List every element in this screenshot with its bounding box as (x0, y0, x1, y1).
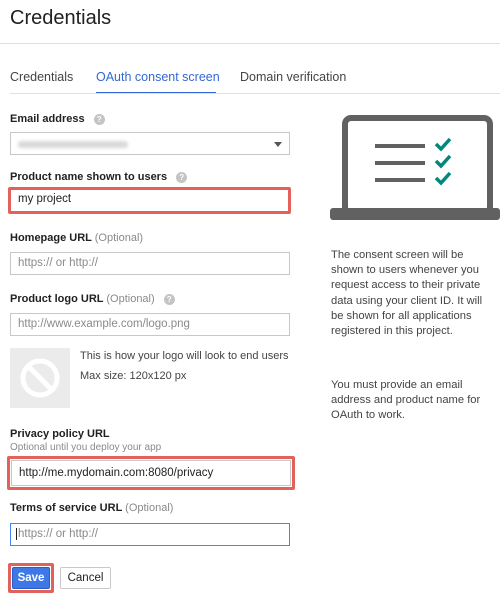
tab-bar: Credentials OAuth consent screen Domain … (0, 58, 500, 94)
privacy-label: Privacy policy URL (10, 428, 110, 440)
help-icon[interactable]: ? (176, 171, 188, 183)
laptop-icon (330, 115, 500, 220)
laptop-checklist-illustration (330, 108, 500, 228)
save-button[interactable]: Save (12, 567, 50, 589)
page-header: Credentials (0, 0, 500, 44)
cancel-button[interactable]: Cancel (60, 567, 111, 589)
email-label-text: Email address (10, 113, 85, 125)
chevron-down-icon (274, 142, 282, 147)
tab-domain-verification[interactable]: Domain verification (240, 70, 346, 84)
tab-divider (10, 93, 500, 94)
page-title: Credentials (10, 7, 112, 29)
privacy-url-input[interactable]: http://me.mydomain.com:8080/privacy (11, 460, 291, 486)
privacy-sub-label: Optional until you deploy your app (10, 442, 162, 453)
logo-max-size: Max size: 120x120 px (80, 370, 187, 382)
consent-info-text: The consent screen will be shown to user… (331, 249, 483, 338)
product-name-label-text: Product name shown to users (10, 171, 168, 183)
circle-slash-icon (20, 358, 60, 398)
optional-text: (Optional) (94, 232, 144, 244)
help-icon[interactable]: ? (93, 113, 105, 125)
text-cursor (16, 528, 17, 540)
terms-label-text: Terms of service URL (10, 502, 123, 514)
homepage-label: Homepage URL (Optional) (10, 232, 143, 244)
logo-label: Product logo URL (Optional) ? (10, 293, 175, 305)
tab-credentials[interactable]: Credentials (10, 70, 73, 84)
logo-label-text: Product logo URL (10, 293, 104, 305)
oauth-requirement-text: You must provide an email address and pr… (331, 379, 481, 422)
product-name-input[interactable]: my project (12, 190, 288, 211)
terms-url-input[interactable]: https:// or http:// (10, 523, 290, 546)
product-name-label: Product name shown to users ? (10, 171, 188, 183)
blurred-email-value (18, 141, 128, 148)
optional-text: (Optional) (106, 293, 155, 305)
optional-text: (Optional) (125, 502, 174, 514)
email-select[interactable] (10, 132, 290, 155)
tab-oauth-consent-screen[interactable]: OAuth consent screen (96, 70, 220, 84)
email-label: Email address ? (10, 113, 105, 125)
terms-label: Terms of service URL (Optional) (10, 502, 173, 514)
logo-preview-note: This is how your logo will look to end u… (80, 350, 289, 362)
homepage-label-text: Homepage URL (10, 232, 92, 244)
logo-preview (10, 348, 70, 408)
logo-url-input[interactable]: http://www.example.com/logo.png (10, 313, 290, 336)
homepage-url-input[interactable]: https:// or http:// (10, 252, 290, 275)
help-icon[interactable]: ? (163, 293, 175, 305)
